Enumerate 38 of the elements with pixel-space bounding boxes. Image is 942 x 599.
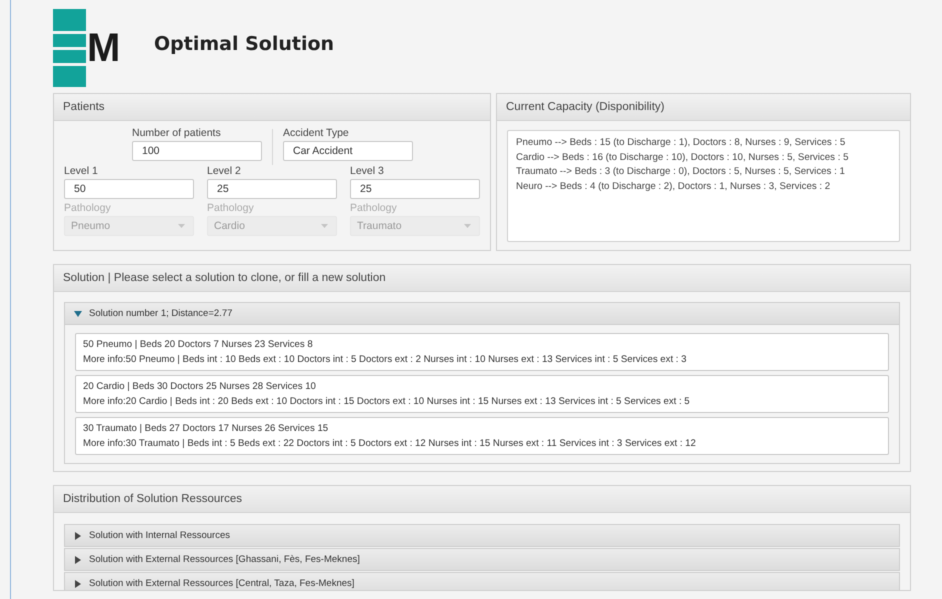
input-field[interactable]: Car Accident	[283, 141, 413, 161]
field-label: Pathology	[64, 202, 112, 216]
pane-title[interactable]: Solution with Internal Ressources	[89, 530, 230, 541]
field-label: Number of patients	[132, 127, 222, 141]
logo-icon	[53, 9, 86, 87]
pane-title[interactable]: Solution number 1; Distance=2.77	[89, 308, 232, 319]
solution-details: More info:20 Cardio | Beds int : 20 Beds ext : 10 Doctors int : 15 Doctors ext : 10 Nurses int : 15 Nurses ext : 13 Services int : 5 Services ext : 5	[83, 395, 691, 409]
solution-summary: 20 Cardio | Beds 30 Doctors 25 Nurses 28 Services 10	[83, 380, 317, 394]
capacity-line: Pneumo --> Beds : 15 (to Discharge : 1), Doctors : 8, Nurses : 9, Services : 5	[516, 136, 846, 150]
pane-title[interactable]: Solution with External Ressources [Ghassani, Fès, Fes-Meknes]	[89, 554, 360, 565]
collapsed-triangle-icon[interactable]	[74, 580, 82, 588]
dropdown-caret-icon	[464, 224, 471, 228]
app-title: Optimal Solution	[154, 33, 334, 55]
field-label: Level 2	[207, 165, 242, 179]
collapsed-triangle-icon[interactable]	[74, 532, 82, 540]
panel-title: Patients	[54, 94, 490, 121]
field-label: Level 3	[350, 165, 385, 179]
solution-summary: 30 Traumato | Beds 27 Doctors 17 Nurses 26 Services 15	[83, 422, 330, 436]
panel-title: Current Capacity (Disponibility)	[497, 94, 910, 121]
collapsed-triangle-icon[interactable]	[74, 556, 82, 564]
input-field[interactable]: 100	[132, 141, 262, 161]
solution-details: More info:50 Pneumo | Beds int : 10 Beds ext : 10 Doctors int : 5 Doctors ext : 2 Nurses int : 10 Nurses ext : 13 Services int : 5 Services ext : 3	[83, 353, 688, 367]
field-label: Level 1	[64, 165, 99, 179]
logo-text: M	[87, 26, 120, 70]
capacity-line: Traumato --> Beds : 3 (to Discharge : 0), Doctors : 5, Nurses : 5, Services : 1	[516, 165, 846, 180]
expanded-triangle-icon[interactable]	[74, 310, 82, 318]
capacity-line: Cardio --> Beds : 16 (to Discharge : 10), Doctors : 10, Nurses : 5, Services : 5	[516, 150, 850, 165]
capacity-line: Neuro --> Beds : 4 (to Discharge : 2), Doctors : 1, Nurses : 3, Services : 2	[516, 180, 832, 194]
panel-title: Distribution of Solution Ressources	[54, 486, 910, 513]
capacity-text-area[interactable]	[507, 130, 900, 242]
dropdown-caret-icon	[178, 224, 185, 228]
solution-details: More info:30 Traumato | Beds int : 5 Beds ext : 22 Doctors int : 5 Doctors ext : 12 Nurses int : 15 Nurses ext : 11 Services int : 3 Services ext : 12	[83, 437, 697, 451]
field-label: Pathology	[350, 202, 398, 216]
solution-summary: 50 Pneumo | Beds 20 Doctors 7 Nurses 23 Services 8	[83, 338, 314, 352]
panel-title: Solution | Please select a solution to clone, or fill a new solution	[54, 265, 910, 292]
dropdown-caret-icon	[321, 224, 328, 228]
field-label: Pathology	[207, 202, 255, 216]
field-label: Accident Type	[283, 127, 350, 141]
